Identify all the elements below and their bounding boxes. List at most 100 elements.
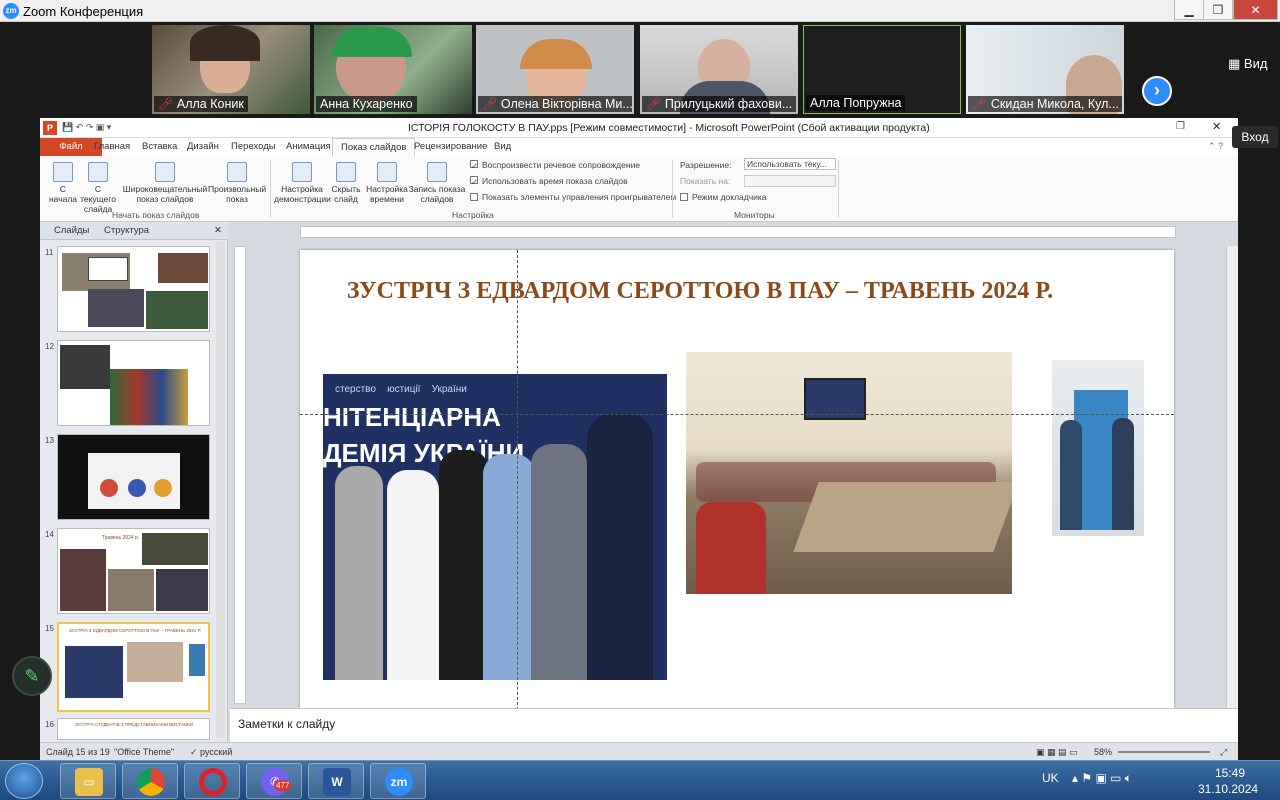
powerpoint-window: P 💾 ↶ ↷ ▣ ▾ ІСТОРІЯ ГОЛОКОСТУ В ПАУ.pps …: [40, 118, 1238, 760]
slide-thumbnail[interactable]: Травень 2024 р.: [57, 528, 210, 614]
tab-file[interactable]: Файл: [40, 138, 102, 156]
pane-tabs: Слайды Структура ✕: [40, 222, 228, 240]
show-on-select[interactable]: [744, 175, 836, 187]
editor-scrollbar[interactable]: [1226, 246, 1238, 708]
vertical-guide[interactable]: [517, 250, 518, 710]
resolution-select[interactable]: Использовать теку...: [744, 158, 836, 170]
participant-label: 🎤︎ Алла Коник: [154, 96, 248, 112]
tab-outline[interactable]: Структура: [104, 225, 149, 236]
thumbnail-number: 14: [45, 530, 54, 539]
language-indicator[interactable]: ✓ русский: [190, 747, 232, 758]
group-setup: Настройка: [452, 210, 494, 220]
minimize-button[interactable]: ▁: [1174, 0, 1204, 20]
zoom-slider[interactable]: [1118, 751, 1210, 753]
ppt-window-title: ІСТОРІЯ ГОЛОКОСТУ В ПАУ.pps [Режим совме…: [408, 122, 930, 134]
zoom-logo-icon: zm: [3, 3, 19, 19]
tab-animation[interactable]: Анимация: [286, 141, 331, 152]
pane-close-icon[interactable]: ✕: [214, 225, 222, 236]
custom-show-icon: [227, 162, 247, 182]
tray-icons[interactable]: ▴ ⚑ ▣ ▭ 🔈︎: [1072, 771, 1132, 786]
slide-photo-group[interactable]: стерство юстиції України НІТЕНЦІАРНА ДЕМ…: [323, 374, 667, 680]
grid-icon: ▦: [1228, 56, 1244, 71]
slide-title[interactable]: ЗУСТРІЧ З ЕДВАРДОМ СЕРОТТОЮ В ПАУ – ТРАВ…: [330, 276, 1070, 306]
chrome-button[interactable]: [122, 763, 178, 799]
file-explorer-button[interactable]: ▭: [60, 763, 116, 799]
opera-button[interactable]: [184, 763, 240, 799]
notes-placeholder[interactable]: Заметки к слайду: [238, 717, 335, 731]
viber-button[interactable]: ✆: [246, 763, 302, 799]
pencil-icon[interactable]: ✎: [12, 656, 52, 696]
quick-access-toolbar: P 💾 ↶ ↷ ▣ ▾ ІСТОРІЯ ГОЛОКОСТУ В ПАУ.pps …: [40, 118, 1238, 138]
word-icon: W: [323, 768, 351, 796]
slide-canvas[interactable]: ЗУСТРІЧ З ЕДВАРДОМ СЕРОТТОЮ В ПАУ – ТРАВ…: [300, 250, 1174, 710]
notes-pane[interactable]: Заметки к слайду: [230, 708, 1238, 742]
language-indicator[interactable]: UK: [1042, 771, 1059, 785]
powerpoint-icon: P: [43, 121, 57, 135]
slide-photo-banner[interactable]: [1052, 360, 1144, 536]
zoom-titlebar: zm Zoom Конференция ▁ ❐ ✕: [0, 0, 1280, 22]
zoom-level[interactable]: 58%: [1094, 747, 1112, 757]
maximize-button[interactable]: ❐: [1203, 0, 1233, 20]
slides-pane: Слайды Структура ✕ 11 12 13 14 Травень 2…: [40, 222, 228, 742]
close-button[interactable]: ✕: [1233, 0, 1278, 20]
view-buttons[interactable]: ▣ ▦ ▤ ▭: [1036, 747, 1078, 758]
narration-checkbox[interactable]: ✓ Воспроизвести речевое сопровождение: [470, 160, 640, 171]
clock-date[interactable]: 31.10.2024: [1198, 782, 1258, 796]
clock-time[interactable]: 15:49: [1205, 766, 1255, 780]
hide-slide-button[interactable]: Скрыть слайд: [330, 162, 362, 204]
tab-view[interactable]: Вид: [494, 141, 511, 152]
restore-icon[interactable]: ❐: [1176, 121, 1185, 132]
help-icon[interactable]: ⌃ ?: [1208, 141, 1223, 152]
participant-tile[interactable]: 🎤︎ Алла Коник: [152, 25, 310, 114]
word-button[interactable]: W: [308, 763, 364, 799]
custom-show-button[interactable]: Произвольный показ: [208, 162, 266, 204]
ppt-close-icon[interactable]: ✕: [1212, 120, 1221, 133]
slide-thumbnail[interactable]: [57, 246, 210, 332]
tab-review[interactable]: Рецензирование: [414, 141, 487, 152]
qat-icons[interactable]: 💾 ↶ ↷ ▣ ▾: [62, 122, 111, 133]
tab-home[interactable]: Главная: [94, 141, 130, 152]
from-current-button[interactable]: С текущего слайда: [78, 162, 118, 214]
viber-badge: 477: [274, 780, 292, 791]
view-button[interactable]: ▦ Вид: [1228, 56, 1267, 72]
horizontal-ruler: [300, 226, 1176, 238]
media-controls-checkbox[interactable]: Показать элементы управления проигрывате…: [470, 192, 676, 202]
theme-name: "Office Theme": [114, 747, 175, 757]
timings-checkbox[interactable]: ✓ Использовать время показа слайдов: [470, 176, 628, 187]
participant-tile[interactable]: 🎤︎ Олена Вікторівна Ми...: [476, 25, 634, 114]
start-button[interactable]: [5, 763, 43, 799]
timer-icon: [377, 162, 397, 182]
slide-thumbnail[interactable]: [57, 434, 210, 520]
tab-transitions[interactable]: Переходы: [231, 141, 276, 152]
slide-photo-conference[interactable]: [686, 352, 1012, 594]
from-beginning-button[interactable]: С начала: [46, 162, 80, 204]
setup-show-button[interactable]: Настройка демонстрации: [274, 162, 331, 204]
show-on-label: Показать на:: [680, 176, 731, 186]
slide-thumbnail[interactable]: ЗУСТРІЧ СТУДЕНТІВ З ПРЕДСТАВНИКАМИ ВИСТА…: [57, 718, 210, 740]
rehearse-timings-button[interactable]: Настройка времени: [366, 162, 408, 204]
tab-slides[interactable]: Слайды: [54, 225, 89, 236]
zoom-window-title: Zoom Конференция: [23, 4, 144, 19]
chevron-right-icon[interactable]: ›: [1142, 76, 1172, 106]
slide-thumbnail-selected[interactable]: ЗУСТРІЧ З ЕДВАРДОМ СЕРОТТОЮ В ПАУ – ТРАВ…: [57, 622, 210, 712]
fit-window-icon[interactable]: ⤢: [1220, 747, 1227, 758]
mic-muted-icon: 🎤︎: [972, 97, 988, 111]
tab-design[interactable]: Дизайн: [187, 141, 219, 152]
presenter-view-checkbox[interactable]: Режим докладчика: [680, 192, 767, 202]
pane-scrollbar[interactable]: [216, 242, 225, 738]
participant-tile[interactable]: 🎤︎ Скидан Микола, Кул...: [966, 25, 1124, 114]
group-monitors: Мониторы: [734, 210, 775, 220]
zoom-taskbar-button[interactable]: zm: [370, 763, 426, 799]
slide-thumbnail[interactable]: [57, 340, 210, 426]
record-show-button[interactable]: Запись показа слайдов: [408, 162, 466, 204]
participant-tile[interactable]: 🎤︎ Прилуцький фахови...: [640, 25, 798, 114]
tab-slideshow[interactable]: Показ слайдов: [332, 138, 416, 156]
tab-insert[interactable]: Вставка: [142, 141, 177, 152]
opera-icon: [199, 768, 227, 796]
broadcast-button[interactable]: Широковещательный показ слайдов: [122, 162, 208, 204]
slideshow-start-icon: [53, 162, 73, 182]
thumbnail-number: 16: [45, 720, 54, 729]
participant-tile-active[interactable]: Алла Попружна: [803, 25, 961, 114]
participant-tile[interactable]: Анна Кухаренко: [314, 25, 472, 114]
horizontal-guide[interactable]: [300, 414, 1174, 415]
